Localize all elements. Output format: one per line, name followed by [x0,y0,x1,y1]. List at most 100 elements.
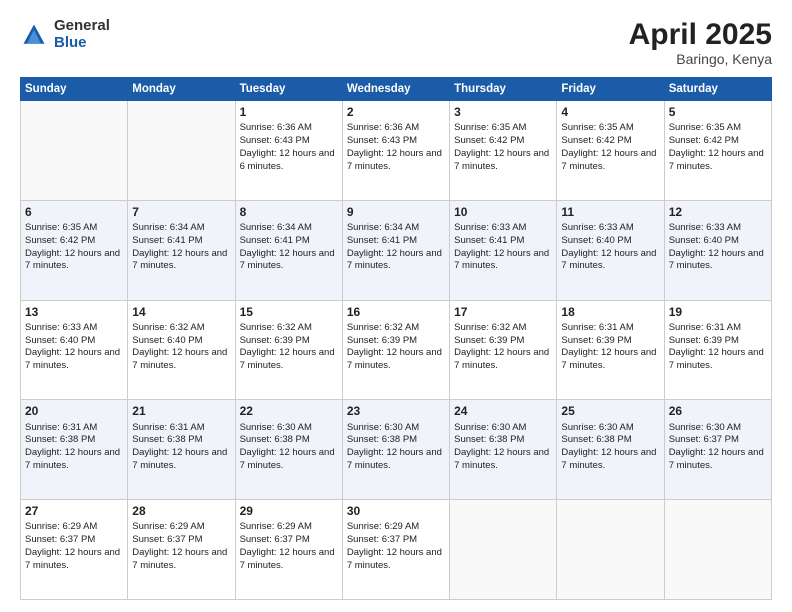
calendar-week-row: 27 Sunrise: 6:29 AMSunset: 6:37 PMDayligh… [21,500,772,600]
day-number: 15 [240,304,338,320]
calendar-cell: 10Sunrise: 6:33 AMSunset: 6:41 PMDayligh… [450,200,557,300]
day-number: 27 [25,503,123,519]
day-number: 6 [25,204,123,220]
calendar-cell: 30 Sunrise: 6:29 AMSunset: 6:37 PMDayligh… [342,500,449,600]
calendar-cell: 27 Sunrise: 6:29 AMSunset: 6:37 PMDayligh… [21,500,128,600]
day-number: 29 [240,503,338,519]
calendar-week-row: 1 Sunrise: 6:36 AMSunset: 6:43 PMDaylight… [21,101,772,201]
calendar-cell: 14Sunrise: 6:32 AMSunset: 6:40 PMDayligh… [128,300,235,400]
logo-icon [20,21,48,49]
day-info: Sunrise: 6:34 AMSunset: 6:41 PMDaylight:… [132,222,227,271]
calendar-cell: 17 Sunrise: 6:32 AMSunset: 6:39 PMDayligh… [450,300,557,400]
calendar-cell [128,101,235,201]
day-info: Sunrise: 6:35 AMSunset: 6:42 PMDaylight:… [454,122,549,171]
day-info: Sunrise: 6:30 AMSunset: 6:38 PMDaylight:… [240,422,335,471]
day-number: 17 [454,304,552,320]
day-info: Sunrise: 6:35 AMSunset: 6:42 PMDaylight:… [25,222,120,271]
day-info: Sunrise: 6:32 AMSunset: 6:40 PMDaylight:… [132,322,227,371]
day-info: Sunrise: 6:36 AMSunset: 6:43 PMDaylight:… [347,122,442,171]
calendar-cell: 13Sunrise: 6:33 AMSunset: 6:40 PMDayligh… [21,300,128,400]
calendar-week-row: 13Sunrise: 6:33 AMSunset: 6:40 PMDayligh… [21,300,772,400]
calendar-cell: 20 Sunrise: 6:31 AMSunset: 6:38 PMDayligh… [21,400,128,500]
calendar-header-tuesday: Tuesday [235,78,342,101]
day-info: Sunrise: 6:32 AMSunset: 6:39 PMDaylight:… [347,322,442,371]
calendar-header-wednesday: Wednesday [342,78,449,101]
calendar-week-row: 20 Sunrise: 6:31 AMSunset: 6:38 PMDayligh… [21,400,772,500]
calendar-cell: 16 Sunrise: 6:32 AMSunset: 6:39 PMDayligh… [342,300,449,400]
day-number: 7 [132,204,230,220]
location: Baringo, Kenya [629,51,772,67]
logo-general-text: General [54,18,110,35]
calendar-cell: 28 Sunrise: 6:29 AMSunset: 6:37 PMDayligh… [128,500,235,600]
month-title: April 2025 [629,18,772,51]
calendar-cell: 11 Sunrise: 6:33 AMSunset: 6:40 PMDayligh… [557,200,664,300]
logo: General Blue [20,18,110,51]
day-number: 22 [240,403,338,419]
calendar-cell [664,500,771,600]
day-number: 12 [669,204,767,220]
calendar-cell: 12Sunrise: 6:33 AMSunset: 6:40 PMDayligh… [664,200,771,300]
day-number: 4 [561,104,659,120]
day-number: 1 [240,104,338,120]
calendar-cell [21,101,128,201]
calendar-header-thursday: Thursday [450,78,557,101]
calendar-cell: 1Sunrise: 6:36 AMSunset: 6:43 PMDaylight… [235,101,342,201]
day-info: Sunrise: 6:29 AMSunset: 6:37 PMDaylight:… [132,521,227,570]
calendar-cell: 25 Sunrise: 6:30 AMSunset: 6:38 PMDayligh… [557,400,664,500]
day-number: 3 [454,104,552,120]
day-info: Sunrise: 6:30 AMSunset: 6:38 PMDaylight:… [561,422,656,471]
day-info: Sunrise: 6:31 AMSunset: 6:38 PMDaylight:… [25,422,120,471]
day-number: 8 [240,204,338,220]
day-info: Sunrise: 6:34 AMSunset: 6:41 PMDaylight:… [347,222,442,271]
day-info: Sunrise: 6:29 AMSunset: 6:37 PMDaylight:… [240,521,335,570]
day-number: 9 [347,204,445,220]
day-info: Sunrise: 6:30 AMSunset: 6:38 PMDaylight:… [347,422,442,471]
calendar-cell [557,500,664,600]
calendar-cell: 15 Sunrise: 6:32 AMSunset: 6:39 PMDayligh… [235,300,342,400]
day-info: Sunrise: 6:35 AMSunset: 6:42 PMDaylight:… [561,122,656,171]
calendar-cell: 9 Sunrise: 6:34 AMSunset: 6:41 PMDaylight… [342,200,449,300]
day-number: 23 [347,403,445,419]
calendar-header-monday: Monday [128,78,235,101]
day-info: Sunrise: 6:34 AMSunset: 6:41 PMDaylight:… [240,222,335,271]
day-info: Sunrise: 6:31 AMSunset: 6:39 PMDaylight:… [561,322,656,371]
calendar-cell: 24 Sunrise: 6:30 AMSunset: 6:38 PMDayligh… [450,400,557,500]
page-header: General Blue April 2025 Baringo, Kenya [20,18,772,67]
calendar-cell: 3 Sunrise: 6:35 AMSunset: 6:42 PMDaylight… [450,101,557,201]
day-info: Sunrise: 6:29 AMSunset: 6:37 PMDaylight:… [25,521,120,570]
day-info: Sunrise: 6:32 AMSunset: 6:39 PMDaylight:… [240,322,335,371]
day-info: Sunrise: 6:30 AMSunset: 6:38 PMDaylight:… [454,422,549,471]
calendar-table: SundayMondayTuesdayWednesdayThursdayFrid… [20,77,772,600]
day-info: Sunrise: 6:33 AMSunset: 6:40 PMDaylight:… [561,222,656,271]
day-info: Sunrise: 6:31 AMSunset: 6:39 PMDaylight:… [669,322,764,371]
day-number: 20 [25,403,123,419]
day-number: 30 [347,503,445,519]
day-number: 28 [132,503,230,519]
day-info: Sunrise: 6:33 AMSunset: 6:40 PMDaylight:… [25,322,120,371]
calendar-cell: 4 Sunrise: 6:35 AMSunset: 6:42 PMDaylight… [557,101,664,201]
day-number: 18 [561,304,659,320]
logo-blue-text: Blue [54,35,110,52]
day-info: Sunrise: 6:32 AMSunset: 6:39 PMDaylight:… [454,322,549,371]
calendar-cell: 26 Sunrise: 6:30 AMSunset: 6:37 PMDayligh… [664,400,771,500]
day-number: 2 [347,104,445,120]
day-number: 16 [347,304,445,320]
day-number: 11 [561,204,659,220]
day-number: 19 [669,304,767,320]
day-info: Sunrise: 6:29 AMSunset: 6:37 PMDaylight:… [347,521,442,570]
day-info: Sunrise: 6:33 AMSunset: 6:41 PMDaylight:… [454,222,549,271]
day-number: 24 [454,403,552,419]
calendar-cell: 6 Sunrise: 6:35 AMSunset: 6:42 PMDaylight… [21,200,128,300]
day-number: 25 [561,403,659,419]
calendar-page: General Blue April 2025 Baringo, Kenya S… [0,0,792,612]
calendar-cell: 21Sunrise: 6:31 AMSunset: 6:38 PMDayligh… [128,400,235,500]
calendar-header-saturday: Saturday [664,78,771,101]
calendar-cell: 7 Sunrise: 6:34 AMSunset: 6:41 PMDaylight… [128,200,235,300]
day-info: Sunrise: 6:30 AMSunset: 6:37 PMDaylight:… [669,422,764,471]
day-number: 26 [669,403,767,419]
calendar-cell: 22 Sunrise: 6:30 AMSunset: 6:38 PMDayligh… [235,400,342,500]
day-info: Sunrise: 6:31 AMSunset: 6:38 PMDaylight:… [132,422,227,471]
title-area: April 2025 Baringo, Kenya [629,18,772,67]
calendar-header-friday: Friday [557,78,664,101]
calendar-header-row: SundayMondayTuesdayWednesdayThursdayFrid… [21,78,772,101]
